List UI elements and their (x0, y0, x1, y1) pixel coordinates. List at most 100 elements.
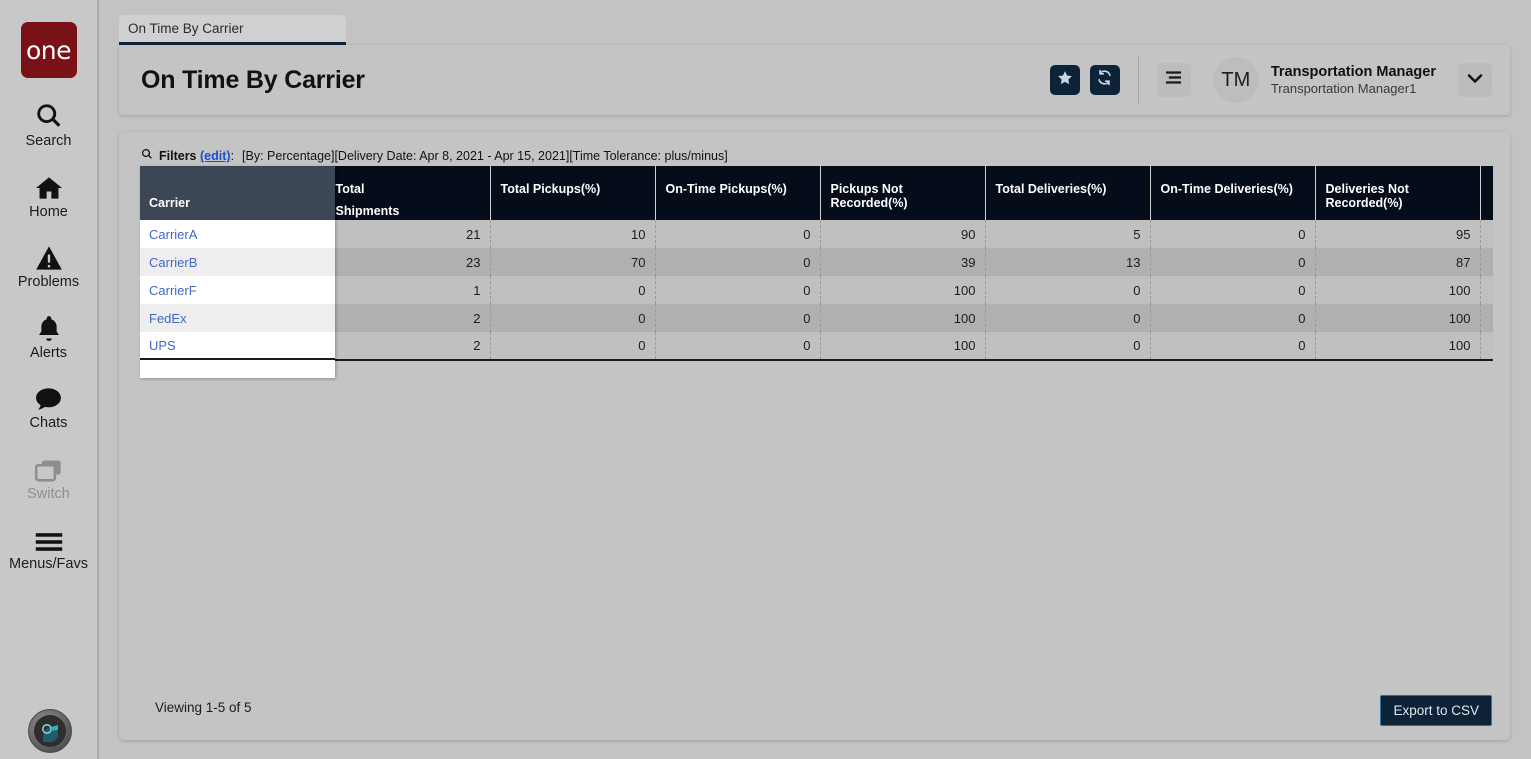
table-row[interactable]: UPS20010000100 (140, 332, 1493, 361)
cell-blank (1480, 248, 1493, 276)
search-icon (141, 148, 153, 163)
sidebar-item-label: Switch (27, 485, 70, 502)
cell-blank (1480, 332, 1493, 361)
column-header-total-shipments[interactable]: Total Shipments (325, 166, 491, 220)
header-menu-button[interactable] (1156, 63, 1191, 97)
bell-icon (36, 312, 62, 342)
table-row[interactable]: CarrierA21100905095 (140, 220, 1493, 248)
browser-tab-on-time-by-carrier[interactable]: On Time By Carrier (119, 15, 346, 45)
home-icon (34, 171, 64, 201)
cell-on-time-deliveries: 0 (1150, 304, 1316, 332)
app-logo-text: one (25, 35, 72, 65)
cell-blank (1480, 304, 1493, 332)
list-menu-icon (1165, 70, 1182, 90)
table-header-row: Carrier Total Shipments Total Pickups(%)… (140, 166, 1493, 220)
carrier-link[interactable]: UPS (140, 332, 335, 360)
user-name: Transportation Manager (1270, 63, 1436, 80)
column-header-on-time-deliveries[interactable]: On-Time Deliveries(%) (1150, 166, 1316, 220)
cell-deliveries-not-recorded: 100 (1315, 304, 1481, 332)
left-sidebar: one Search Home Problems Alerts Chats Sw… (0, 0, 99, 759)
cell-blank (1480, 276, 1493, 304)
page-header: On Time By Carrier TM Transportation Man… (119, 45, 1510, 115)
filters-edit-link[interactable]: (edit) (200, 149, 231, 163)
table-row[interactable]: CarrierF10010000100 (140, 276, 1493, 304)
cell-total-pickups: 70 (490, 248, 656, 276)
cell-total-deliveries: 5 (985, 220, 1151, 248)
sidebar-item-menus-favs[interactable]: Menus/Favs (0, 523, 98, 572)
sidebar-item-switch[interactable]: Switch (0, 453, 98, 502)
export-to-csv-button[interactable]: Export to CSV (1380, 695, 1492, 726)
viewing-count: Viewing 1-5 of 5 (155, 700, 252, 715)
column-header-pickups-not-recorded[interactable]: Pickups Not Recorded(%) (820, 166, 986, 220)
cell-total-deliveries: 0 (985, 276, 1151, 304)
table-row[interactable]: CarrierB237003913087 (140, 248, 1493, 276)
column-header-on-time-pickups[interactable]: On-Time Pickups(%) (655, 166, 821, 220)
header-divider (1137, 56, 1139, 104)
cell-total-pickups: 0 (490, 304, 656, 332)
frozen-column-header-carrier[interactable]: Carrier (140, 166, 335, 220)
carrier-link[interactable]: FedEx (140, 304, 335, 332)
column-header-deliveries-not-recorded[interactable]: Deliveries Not Recorded(%) (1315, 166, 1481, 220)
sidebar-item-alerts[interactable]: Alerts (0, 312, 98, 361)
user-info: Transportation Manager Transportation Ma… (1271, 63, 1436, 97)
cell-pickups-not-recorded: 100 (820, 304, 986, 332)
cell-pickups-not-recorded: 100 (820, 332, 986, 361)
app-logo[interactable]: one (20, 22, 77, 78)
filters-values: [By: Percentage][Delivery Date: Apr 8, 2… (242, 149, 728, 163)
column-header-line1: Total (335, 182, 365, 196)
sidebar-item-search[interactable]: Search (0, 100, 98, 149)
filters-bar: Filters (edit) : [By: Percentage][Delive… (141, 148, 728, 163)
user-avatar[interactable]: TM (1212, 57, 1259, 103)
carrier-link[interactable]: CarrierF (140, 276, 335, 304)
filters-label: Filters (159, 149, 197, 163)
cell-deliveries-not-recorded: 95 (1315, 220, 1481, 248)
cell-on-time-deliveries: 0 (1150, 332, 1316, 361)
frozen-rows: CarrierA CarrierB CarrierF FedEx UPS (140, 220, 335, 360)
sidebar-item-label: Problems (17, 274, 80, 290)
cell-pickups-not-recorded: 90 (820, 220, 986, 248)
favorite-button[interactable] (1049, 65, 1080, 95)
cell-total-shipments: 2 (325, 332, 491, 361)
chat-bubble-icon (34, 382, 63, 412)
column-header-total-deliveries[interactable]: Total Deliveries(%) (985, 166, 1151, 220)
cell-total-shipments: 2 (325, 304, 491, 332)
user-menu-dropdown-button[interactable] (1458, 63, 1492, 97)
cell-pickups-not-recorded: 39 (820, 248, 986, 276)
avatar[interactable] (28, 709, 72, 753)
star-icon (1057, 70, 1073, 91)
column-header-total-pickups[interactable]: Total Pickups(%) (490, 166, 656, 220)
carrier-link[interactable]: CarrierB (140, 248, 335, 276)
search-icon (35, 100, 63, 130)
cell-deliveries-not-recorded: 87 (1315, 248, 1481, 276)
content-panel: Filters (edit) : [By: Percentage][Delive… (119, 132, 1510, 740)
cell-deliveries-not-recorded: 100 (1315, 276, 1481, 304)
switch-windows-icon (34, 453, 63, 483)
sidebar-item-chats[interactable]: Chats (0, 382, 98, 431)
cell-on-time-pickups: 0 (655, 220, 821, 248)
cell-on-time-pickups: 0 (655, 304, 821, 332)
cell-on-time-deliveries: 0 (1150, 248, 1316, 276)
refresh-button[interactable] (1089, 65, 1120, 95)
cell-on-time-pickups: 0 (655, 276, 821, 304)
cell-total-shipments: 23 (325, 248, 491, 276)
column-header-line2: Shipments (335, 204, 400, 218)
column-header-blank (1480, 166, 1493, 220)
cell-on-time-deliveries: 0 (1150, 220, 1316, 248)
sidebar-item-problems[interactable]: Problems (0, 241, 98, 290)
frozen-carrier-column: Carrier CarrierA CarrierB CarrierF FedEx UPS (140, 166, 335, 378)
table-body: CarrierA21100905095CarrierB237003913087C… (140, 220, 1493, 361)
user-profile-icon (34, 715, 66, 747)
warning-triangle-icon (35, 241, 63, 271)
cell-total-deliveries: 13 (985, 248, 1151, 276)
app-root: one Search Home Problems Alerts Chats Sw… (0, 0, 1531, 759)
cell-total-shipments: 1 (325, 276, 491, 304)
sidebar-item-label: Alerts (29, 344, 68, 361)
cell-on-time-pickups: 0 (655, 248, 821, 276)
cell-pickups-not-recorded: 100 (820, 276, 986, 304)
cell-total-pickups: 10 (490, 220, 656, 248)
data-table: Carrier Total Shipments Total Pickups(%)… (140, 166, 1493, 388)
header-actions: TM Transportation Manager Transportation… (1049, 45, 1510, 115)
carrier-link[interactable]: CarrierA (140, 220, 335, 248)
table-row[interactable]: FedEx20010000100 (140, 304, 1493, 332)
sidebar-item-home[interactable]: Home (0, 171, 98, 220)
